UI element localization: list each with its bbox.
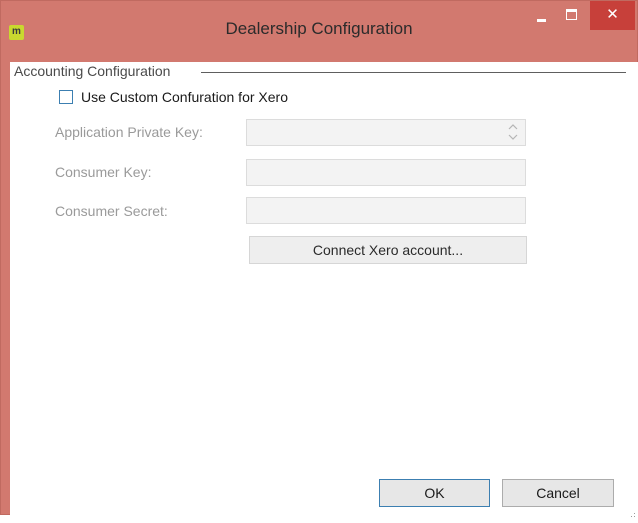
spinner-up-icon[interactable] [508,123,518,131]
group-divider [201,72,626,73]
use-custom-label[interactable]: Use Custom Confuration for Xero [81,89,288,105]
app-icon: m [9,25,24,40]
maximize-button[interactable] [557,1,585,31]
window-title: Dealership Configuration [225,19,413,38]
resize-grip-icon[interactable] [628,505,636,517]
consumer-secret-label: Consumer Secret: [55,203,168,219]
spinner-down-icon[interactable] [508,133,518,141]
private-key-spinner[interactable] [508,123,518,141]
use-custom-checkbox[interactable] [59,90,73,104]
private-key-input[interactable] [246,119,526,146]
dialog-window: m Dealership Configuration ✕ Accounting … [0,0,638,517]
cancel-button[interactable]: Cancel [502,479,614,507]
minimize-button[interactable] [527,1,555,31]
close-button[interactable]: ✕ [590,1,635,30]
consumer-key-label: Consumer Key: [55,164,152,180]
ok-button[interactable]: OK [379,479,490,507]
connect-xero-button[interactable]: Connect Xero account... [249,236,527,264]
title-bar[interactable]: m Dealership Configuration ✕ [1,1,637,62]
group-title: Accounting Configuration [14,63,171,79]
consumer-key-input[interactable] [246,159,526,186]
consumer-secret-input[interactable] [246,197,526,224]
private-key-label: Application Private Key: [55,124,203,140]
dialog-content: Accounting Configuration Use Custom Conf… [10,62,638,517]
